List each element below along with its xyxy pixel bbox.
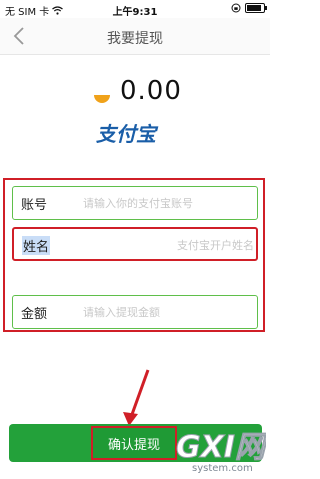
withdraw-form: 账号 姓名 金额 (3, 178, 265, 332)
annotation-arrow-icon (123, 369, 150, 426)
amount-input[interactable] (83, 300, 253, 324)
watermark-logo: GXI网 system.com (176, 430, 267, 475)
account-row: 账号 (12, 186, 258, 220)
svg-text:system.com: system.com (192, 463, 253, 474)
page-title: 我要提现 (107, 31, 163, 47)
confirm-withdraw-button[interactable]: 确认提现 (91, 426, 177, 460)
account-input[interactable] (83, 191, 253, 215)
amount-label: 金额 (21, 307, 48, 322)
battery-icon (245, 3, 267, 13)
balance-amount: 0.00 (120, 76, 182, 106)
status-time: 上午9:31 (112, 7, 158, 18)
name-input[interactable] (84, 233, 254, 257)
svg-text:GXI网: GXI网 (176, 430, 266, 465)
name-label: 姓名 (22, 236, 51, 255)
account-label: 账号 (21, 198, 48, 213)
status-bar: 无 SIM 卡 上午9:31 (0, 0, 270, 18)
alipay-logo: 支付宝 (96, 122, 156, 146)
battery-fill (247, 5, 261, 11)
orientation-lock-icon (231, 3, 241, 13)
coin-icon (94, 95, 110, 103)
name-row: 姓名 (12, 227, 258, 261)
balance-area (0, 54, 270, 174)
amount-row: 金额 (12, 295, 258, 329)
nav-bar: 我要提现 (0, 18, 270, 55)
